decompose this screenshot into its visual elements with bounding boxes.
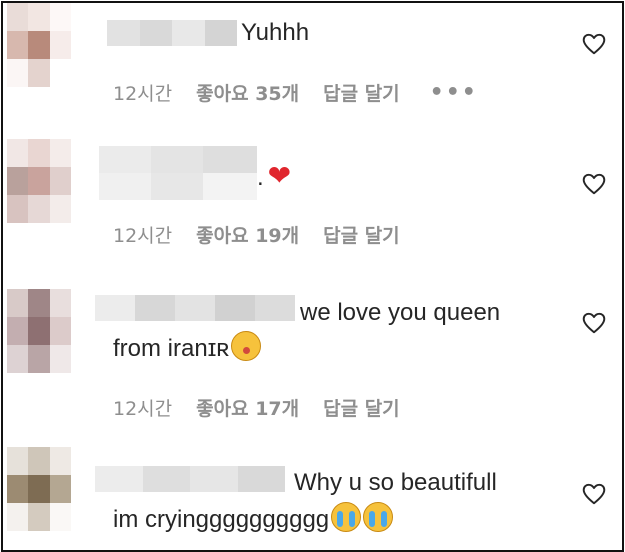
username-redacted[interactable] [95, 466, 285, 492]
comment-text: . ❤ [257, 158, 291, 196]
comment-text-line2: im cryingggggggggg [113, 502, 394, 538]
username-redacted[interactable] [99, 146, 257, 200]
reply-button[interactable]: 답글 달기 [323, 221, 400, 248]
likes-count[interactable]: 좋아요 17개 [196, 394, 299, 421]
username-redacted[interactable] [95, 295, 295, 321]
heart-outline-icon[interactable] [581, 310, 607, 336]
timestamp: 12시간 [113, 225, 173, 247]
comment-text: Yuhhh [241, 19, 310, 46]
username-redacted[interactable] [107, 20, 237, 46]
reply-button[interactable]: 답글 달기 [323, 79, 400, 106]
comments-panel: Yuhhh 12시간 좋아요 35개 답글 달기 ••• . ❤ 12시간 좋아요… [1, 1, 624, 552]
timestamp: 12시간 [113, 83, 173, 105]
comment-text-value: im cryingggggggggg [113, 506, 330, 533]
loudly-crying-face-emoji [331, 502, 362, 532]
avatar[interactable] [7, 3, 71, 87]
likes-count[interactable]: 좋아요 35개 [196, 79, 299, 106]
heart-outline-icon[interactable] [581, 171, 607, 197]
comment-meta: 12시간 좋아요 35개 답글 달기 ••• [113, 79, 478, 106]
avatar[interactable] [7, 289, 71, 373]
likes-count[interactable]: 좋아요 19개 [196, 221, 299, 248]
avatar[interactable] [7, 447, 71, 531]
red-heart-emoji: ❤ [267, 160, 292, 191]
comment-text-value: . [257, 164, 264, 191]
more-options-button[interactable]: ••• [430, 80, 478, 105]
comment-text-line1: Why u so beautifull [294, 469, 497, 496]
timestamp: 12시간 [113, 398, 173, 420]
comment-text-line1: we love you queen [300, 299, 501, 326]
comment-meta: 12시간 좋아요 17개 답글 달기 [113, 394, 430, 421]
avatar[interactable] [7, 139, 71, 223]
face-blowing-kiss-emoji [231, 331, 262, 361]
comment-text-value: from iranɪʀ [113, 335, 230, 362]
reply-button[interactable]: 답글 달기 [323, 394, 400, 421]
comment-text-line2: from iranɪʀ [113, 331, 262, 367]
loudly-crying-face-emoji [363, 502, 394, 532]
heart-outline-icon[interactable] [581, 31, 607, 57]
heart-outline-icon[interactable] [581, 481, 607, 507]
comment-meta: 12시간 좋아요 19개 답글 달기 [113, 221, 430, 248]
